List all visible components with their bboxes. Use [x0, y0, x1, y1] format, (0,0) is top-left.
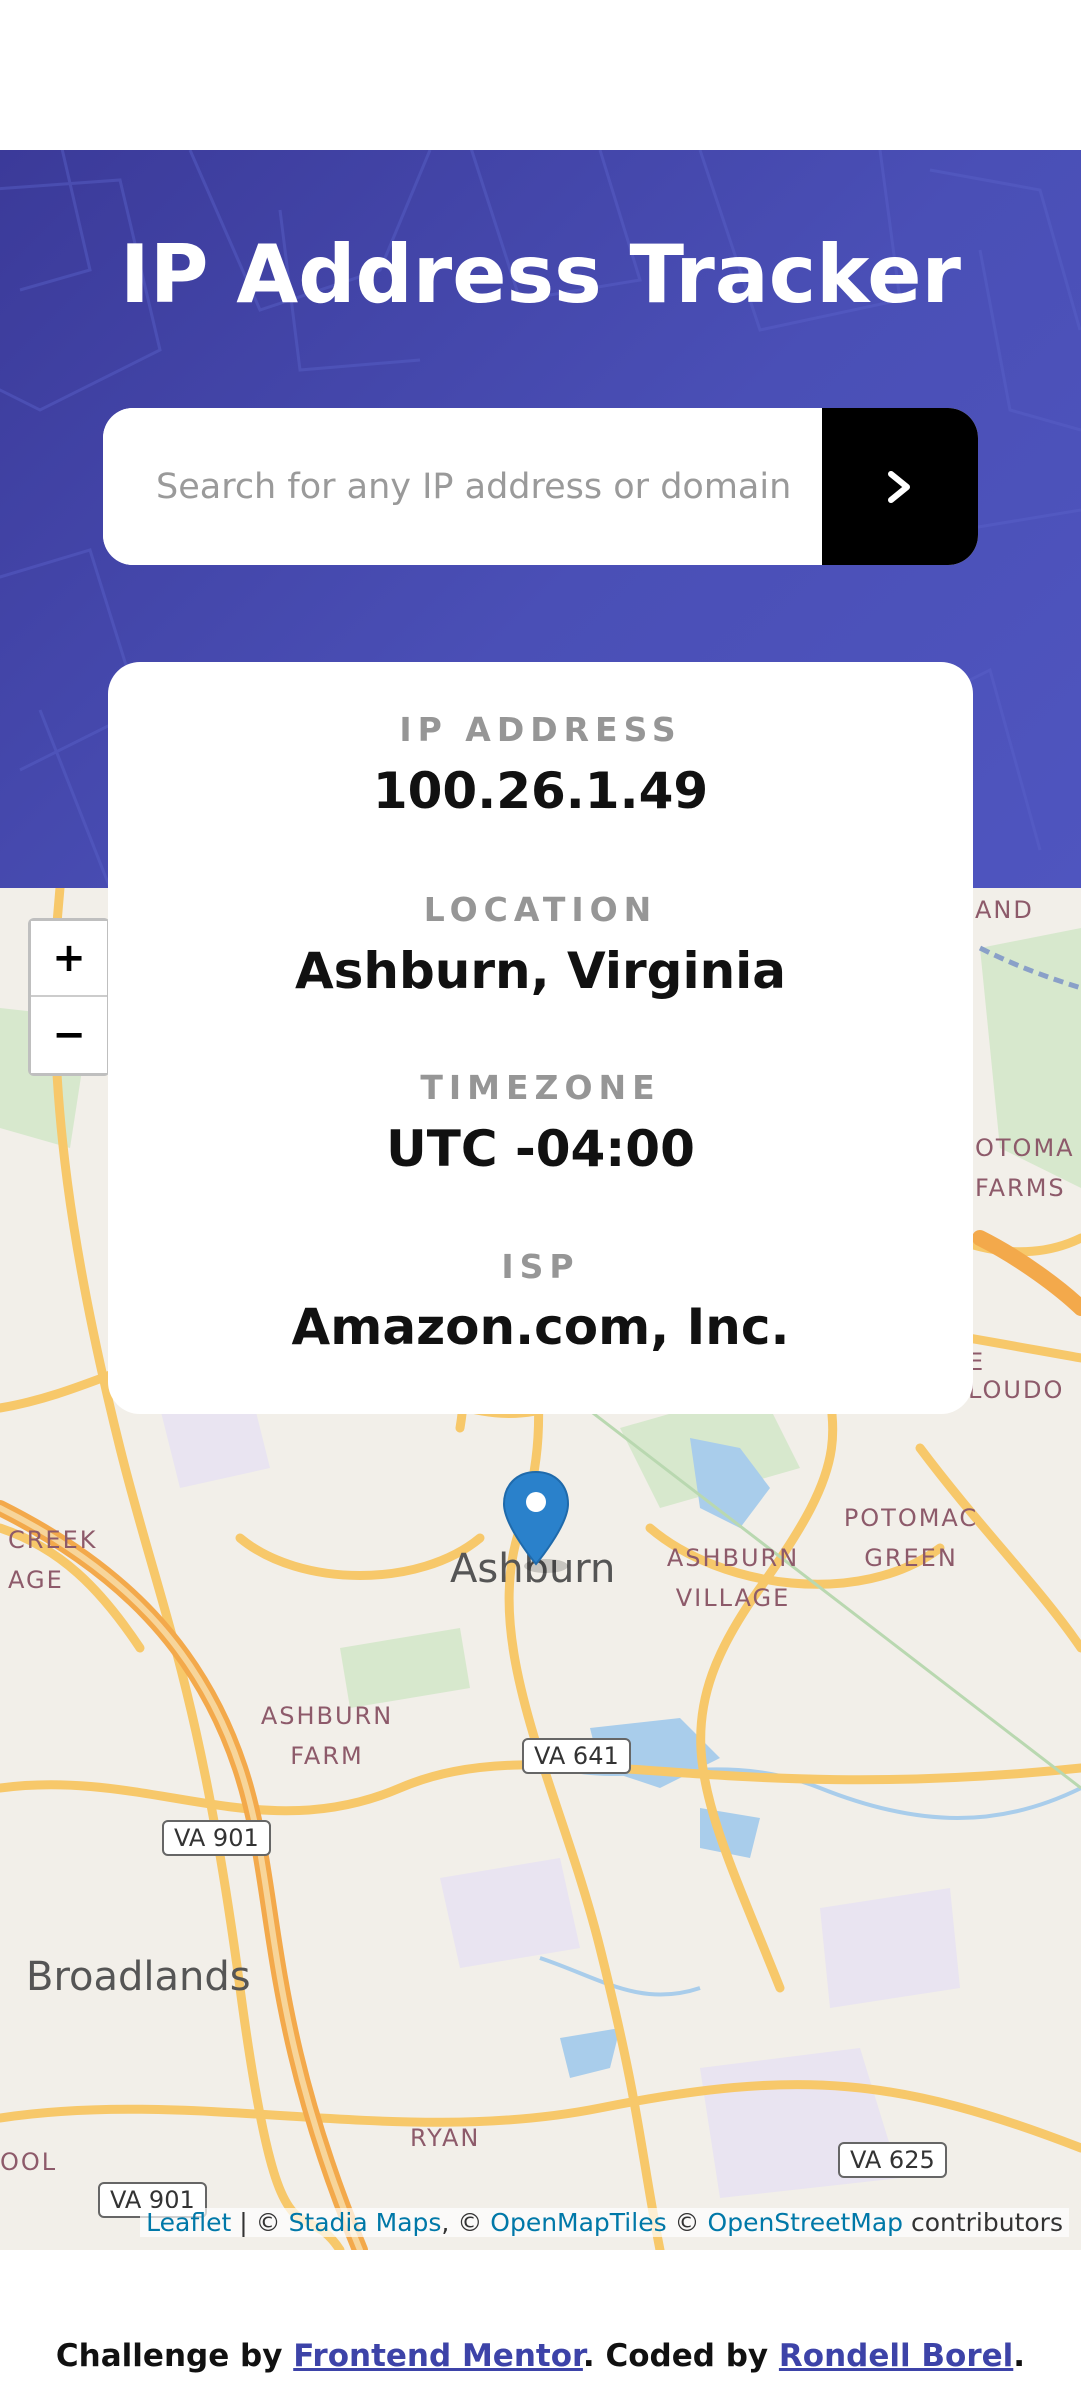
map-label-potomac-green: POTOMAC GREEN — [843, 1504, 979, 1572]
map-label-ashburn-farm: ASHBURN FARM — [260, 1702, 394, 1770]
map-label-potomac-farms: OTOMA FARMS — [975, 1134, 1075, 1202]
map-label-loudoun: E LOUDO — [968, 1348, 1065, 1404]
map-label-broadlands: Broadlands — [26, 1954, 251, 2000]
road-shield-va625: VA 625 — [838, 2142, 947, 2178]
leaflet-link[interactable]: Leaflet — [146, 2208, 231, 2237]
search-input[interactable] — [103, 408, 822, 565]
attribution-separator: © — [666, 2208, 708, 2237]
location-value: Ashburn, Virginia — [294, 942, 787, 1000]
map-label-ool: OOL — [0, 2148, 58, 2176]
map-label-creek: CREEK AGE — [8, 1526, 98, 1594]
road-shield-va901: VA 901 — [162, 1820, 271, 1856]
attribution-separator: , © — [441, 2208, 491, 2237]
zoom-in-button[interactable]: + — [31, 921, 107, 997]
openstreetmap-link[interactable]: OpenStreetMap — [708, 2208, 904, 2237]
stadia-maps-link[interactable]: Stadia Maps — [289, 2208, 442, 2237]
zoom-control: + − — [28, 918, 110, 1076]
location-marker-icon[interactable] — [500, 1468, 580, 1578]
ip-info-card: IP ADDRESS 100.26.1.49 LOCATION Ashburn,… — [108, 662, 973, 1414]
road-shield-va641: VA 641 — [522, 1738, 631, 1774]
ip-address-label: IP ADDRESS — [399, 710, 682, 749]
map-label-ryan: RYAN — [410, 2124, 481, 2152]
author-link[interactable]: Rondell Borel — [779, 2338, 1013, 2374]
page-title: IP Address Tracker — [120, 228, 961, 321]
attribution-text: contributors — [903, 2208, 1063, 2237]
search-submit-button[interactable] — [822, 408, 978, 565]
chevron-right-icon — [888, 470, 910, 503]
timezone-value: UTC -04:00 — [386, 1120, 695, 1178]
attribution-separator: | © — [231, 2208, 289, 2237]
footer-credits: Challenge by Frontend Mentor. Coded by R… — [0, 2338, 1081, 2374]
footer-text: . Coded by — [582, 2338, 779, 2374]
isp-label: ISP — [501, 1247, 580, 1286]
zoom-out-button[interactable]: − — [31, 997, 107, 1073]
timezone-label: TIMEZONE — [420, 1068, 661, 1107]
isp-value: Amazon.com, Inc. — [291, 1298, 790, 1356]
map-attribution: Leaflet | © Stadia Maps, © OpenMapTiles … — [140, 2208, 1069, 2237]
search-bar — [103, 408, 978, 565]
footer-text: Challenge by — [55, 2338, 294, 2374]
frontend-mentor-link[interactable]: Frontend Mentor — [293, 2338, 583, 2374]
map-label-and: AND — [975, 896, 1034, 924]
location-label: LOCATION — [423, 890, 658, 929]
map-label-ashburn-village: ASHBURN VILLAGE — [666, 1544, 800, 1612]
footer-text: . — [1013, 2338, 1026, 2374]
openmaptiles-link[interactable]: OpenMapTiles — [490, 2208, 666, 2237]
ip-address-value: 100.26.1.49 — [372, 762, 709, 820]
